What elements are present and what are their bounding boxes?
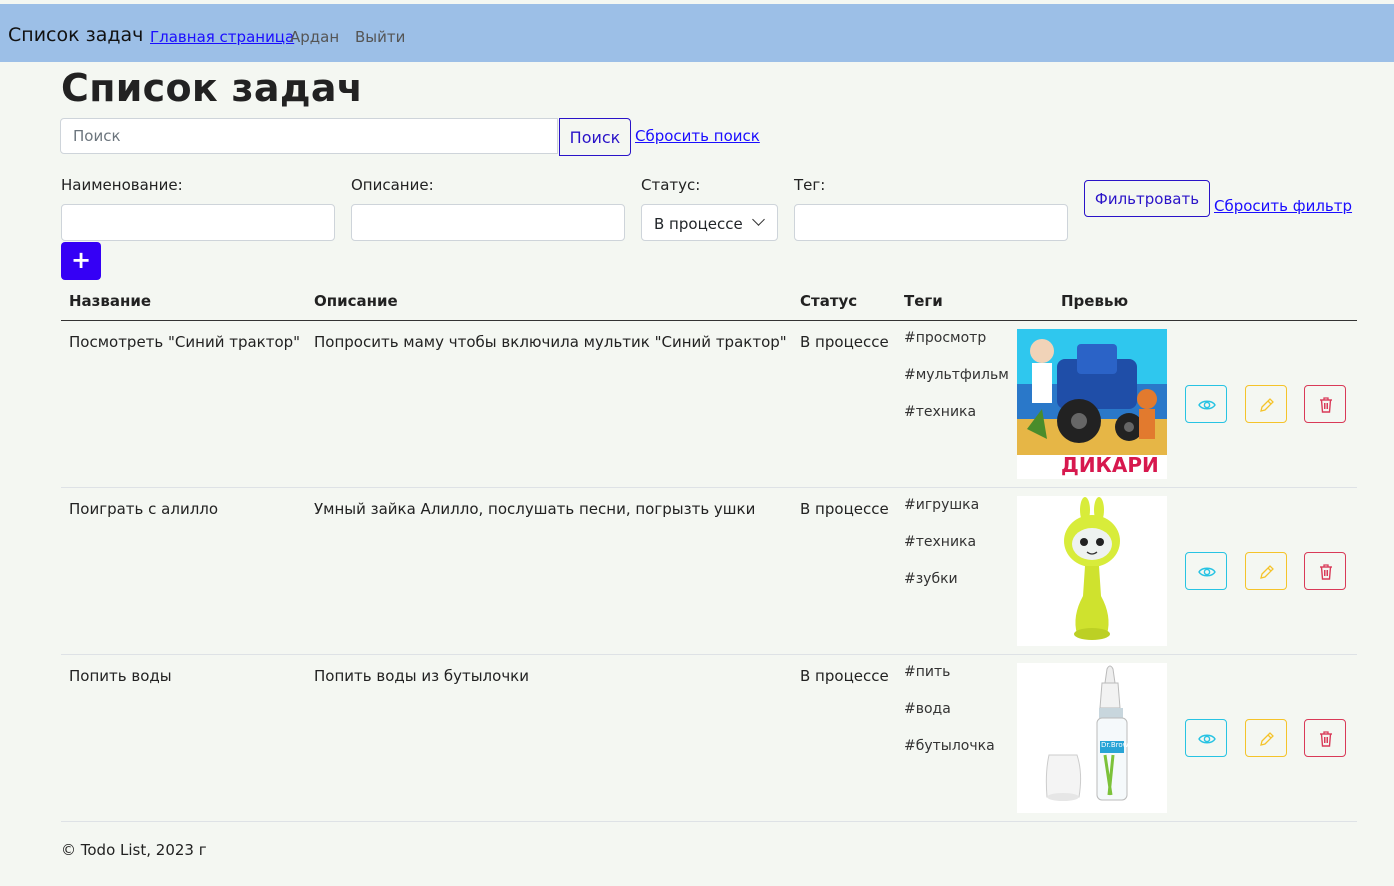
task-tag: #техника xyxy=(904,534,977,550)
task-tag: #бутылочка xyxy=(904,738,995,754)
filter-name-input[interactable] xyxy=(61,204,335,241)
column-header-name: Название xyxy=(69,292,152,310)
eye-icon xyxy=(1198,400,1216,410)
search-input[interactable] xyxy=(60,118,558,154)
footer-copyright: © Todo List, 2023 г xyxy=(61,841,207,859)
view-button[interactable] xyxy=(1185,719,1227,757)
task-tag: #игрушка xyxy=(904,497,980,513)
task-preview-image xyxy=(1017,496,1167,646)
filter-description-label: Описание: xyxy=(351,176,434,194)
column-header-description: Описание xyxy=(314,292,398,310)
task-name: Попить воды xyxy=(69,667,172,685)
eye-icon xyxy=(1198,567,1216,577)
reset-search-link[interactable]: Сбросить поиск xyxy=(635,127,760,145)
task-tag: #вода xyxy=(904,701,951,717)
trash-icon xyxy=(1320,731,1332,747)
nav-home-link[interactable]: Главная страница xyxy=(150,28,294,46)
column-header-status: Статус xyxy=(800,292,858,310)
page-title: Список задач xyxy=(61,66,364,110)
task-status: В процессе xyxy=(800,667,889,685)
pencil-icon xyxy=(1260,398,1274,412)
task-preview-image: ДИКАРИ xyxy=(1017,329,1167,479)
filter-name-label: Наименование: xyxy=(61,176,183,194)
view-button[interactable] xyxy=(1185,385,1227,423)
row-divider xyxy=(61,821,1357,822)
filter-tag-label: Тег: xyxy=(794,176,826,194)
task-status: В процессе xyxy=(800,500,889,518)
task-name: Поиграть с алилло xyxy=(69,500,219,518)
preview-caption: ДИКАРИ xyxy=(1061,453,1159,477)
edit-button[interactable] xyxy=(1245,385,1287,423)
row-divider xyxy=(61,654,1357,655)
task-status: В процессе xyxy=(800,333,889,351)
column-header-tags: Теги xyxy=(904,292,943,310)
delete-button[interactable] xyxy=(1304,719,1346,757)
navbar: Список задач Главная страница Ардан Выйт… xyxy=(0,4,1394,62)
edit-button[interactable] xyxy=(1245,719,1287,757)
row-divider xyxy=(61,487,1357,488)
eye-icon xyxy=(1198,734,1216,744)
task-tag: #пить xyxy=(904,664,951,680)
chevron-down-icon xyxy=(752,213,765,226)
pencil-icon xyxy=(1260,732,1274,746)
column-header-preview: Превью xyxy=(1061,292,1129,310)
task-description: Умный зайка Алилло, послушать песни, пог… xyxy=(314,500,756,518)
filter-status-select[interactable]: В процессе xyxy=(641,204,778,241)
task-tag: #зубки xyxy=(904,571,958,587)
pencil-icon xyxy=(1260,565,1274,579)
task-description: Попросить маму чтобы включила мультик "С… xyxy=(314,333,787,351)
delete-button[interactable] xyxy=(1304,385,1346,423)
nav-username: Ардан xyxy=(290,28,340,46)
filter-description-input[interactable] xyxy=(351,204,625,241)
task-tag: #просмотр xyxy=(904,330,987,346)
trash-icon xyxy=(1320,397,1332,413)
table-header-divider xyxy=(61,320,1357,321)
navbar-brand[interactable]: Список задач xyxy=(8,24,143,46)
nav-logout-link[interactable]: Выйти xyxy=(355,28,405,46)
reset-filter-link[interactable]: Сбросить фильтр xyxy=(1214,197,1352,215)
task-preview-image: Dr.Brown's xyxy=(1017,663,1167,813)
preview-caption: Dr.Brown's xyxy=(1101,741,1139,749)
filter-tag-input[interactable] xyxy=(794,204,1068,241)
filter-status-label: Статус: xyxy=(641,176,701,194)
view-button[interactable] xyxy=(1185,552,1227,590)
task-description: Попить воды из бутылочки xyxy=(314,667,529,685)
filter-status-value: В процессе xyxy=(654,215,743,233)
filter-button[interactable]: Фильтровать xyxy=(1084,180,1210,217)
search-button[interactable]: Поиск xyxy=(559,118,631,156)
edit-button[interactable] xyxy=(1245,552,1287,590)
task-tag: #техника xyxy=(904,404,977,420)
trash-icon xyxy=(1320,564,1332,580)
delete-button[interactable] xyxy=(1304,552,1346,590)
task-tag: #мультфильм xyxy=(904,367,1009,383)
add-task-button[interactable]: + xyxy=(61,242,101,280)
task-name: Посмотреть "Синий трактор" xyxy=(69,333,301,351)
